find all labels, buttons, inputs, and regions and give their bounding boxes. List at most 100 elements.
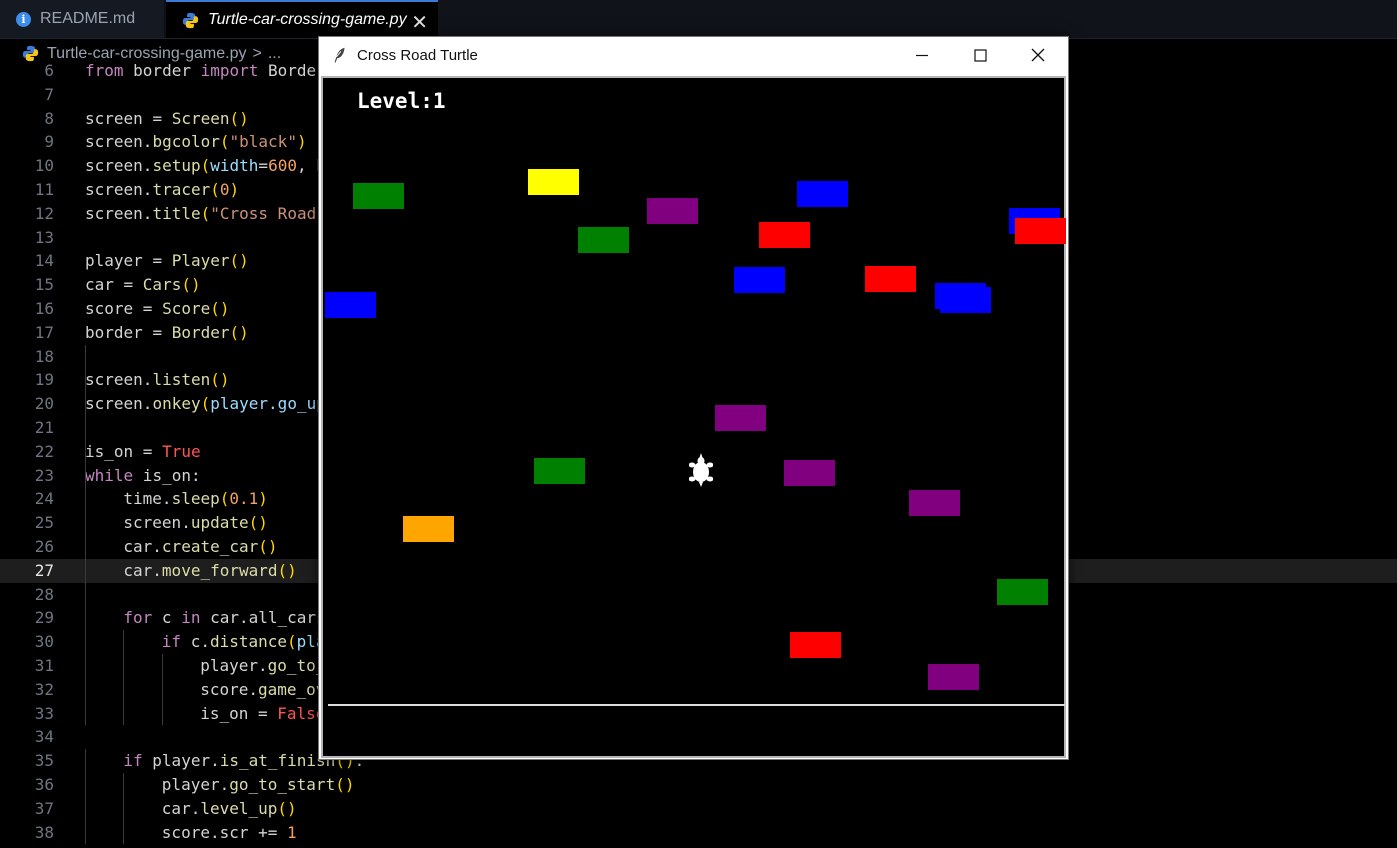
car (797, 181, 848, 207)
code-text: if c.distance(play (162, 630, 335, 654)
code-text: from border import Border (85, 59, 326, 83)
maximize-button[interactable] (957, 37, 1003, 74)
code-line[interactable]: 37 car.level_up() (0, 797, 1397, 821)
code-token: car. (123, 537, 162, 556)
code-token: = (152, 322, 172, 342)
feather-icon (334, 47, 345, 63)
code-token: () (210, 370, 230, 390)
code-token: is_on: (133, 465, 201, 485)
car (578, 227, 629, 253)
code-token: player. (161, 775, 230, 794)
code-token: go_to_ (267, 656, 326, 675)
code-token: () (248, 513, 268, 533)
line-number: 9 (44, 132, 54, 152)
car (997, 579, 1048, 605)
line-number: 12 (34, 203, 54, 223)
tab-turtle-car-crossing-game[interactable]: Turtle-car-crossing-game.py ✕ (166, 0, 438, 38)
line-number: 11 (34, 180, 54, 199)
code-line[interactable]: 36 player.go_to_start() (0, 773, 1397, 797)
code-token: Score (162, 299, 211, 318)
turtle-player-icon (689, 453, 713, 487)
tab-readme[interactable]: i README.md (0, 0, 165, 38)
code-text: is_on = False (200, 702, 325, 726)
close-button[interactable] (1015, 37, 1061, 74)
indent-guide (85, 749, 86, 845)
code-token: width (210, 156, 259, 176)
code-token: sleep (171, 489, 220, 509)
line-number: 28 (34, 584, 54, 604)
code-text: screen.tracer(0) (85, 178, 239, 202)
code-token: is_on (85, 441, 143, 461)
line-number: 16 (34, 299, 54, 318)
code-token: import (200, 61, 259, 80)
code-token: = (258, 156, 269, 176)
code-token: Screen (171, 108, 230, 128)
code-token: = (142, 441, 163, 461)
line-number: 27 (34, 560, 54, 580)
code-text: screen.onkey(player.go_up (85, 392, 326, 416)
code-text: while is_on: (85, 464, 201, 488)
code-text: car.create_car() (123, 535, 277, 559)
car (715, 405, 766, 431)
code-token: go_to_start (229, 775, 336, 794)
line-number: 14 (34, 251, 54, 271)
code-token: player. (200, 656, 268, 675)
code-text: car = Cars() (85, 273, 201, 297)
line-number: 21 (34, 418, 54, 437)
code-text: screen = Screen() (85, 107, 249, 131)
code-text: car.move_forward() (123, 559, 296, 583)
car (528, 169, 579, 195)
code-token: = (152, 251, 172, 271)
window-titlebar[interactable]: Cross Road Turtle (319, 37, 1068, 74)
code-token: is_on (200, 703, 258, 723)
code-token: player.go_up (210, 394, 326, 414)
minimize-button[interactable] (899, 37, 945, 74)
line-number: 37 (34, 798, 54, 818)
code-token: screen. (85, 203, 153, 223)
line-number: 20 (34, 394, 54, 414)
code-token: car. (123, 560, 162, 580)
code-token: Cars (142, 275, 182, 295)
code-text: screen.setup(width=600, h (85, 154, 326, 178)
line-number: 13 (34, 227, 54, 247)
line-number: 32 (34, 679, 54, 699)
line-number: 33 (34, 703, 54, 723)
code-token: = (257, 703, 278, 723)
code-token: screen (85, 108, 153, 128)
line-number: 15 (34, 275, 54, 295)
car (865, 266, 916, 292)
code-token: () (229, 322, 249, 342)
code-token: ( (200, 156, 211, 176)
code-token: () (277, 560, 297, 580)
code-token: screen. (85, 370, 153, 390)
close-tab-icon[interactable]: ✕ (411, 10, 428, 35)
car (534, 458, 585, 484)
code-token: player. (142, 751, 220, 771)
code-line[interactable]: 38 score.scr += 1 (0, 821, 1397, 845)
code-token: tracer (152, 180, 211, 199)
turtle-canvas[interactable]: Level:1 (321, 76, 1066, 758)
line-number: 29 (34, 608, 54, 628)
code-text: screen.update() (123, 511, 268, 535)
code-token: car.all_cars (200, 608, 326, 628)
editor-tab-bar: i README.md Turtle-car-crossing-game.py … (0, 0, 1397, 39)
code-text: for c in car.all_cars (123, 606, 325, 630)
code-token: += (258, 822, 288, 842)
line-number: 18 (34, 346, 54, 366)
code-token: title (152, 203, 201, 223)
code-token: True (162, 441, 201, 461)
code-token: screen. (85, 156, 153, 176)
tab-label: Turtle-car-crossing-game.py (208, 11, 407, 28)
code-token: ) (229, 180, 240, 199)
minimize-icon (916, 54, 928, 57)
code-token: screen. (123, 513, 191, 533)
code-token: listen (152, 370, 211, 390)
line-number: 10 (34, 156, 54, 176)
code-token: for (123, 608, 153, 628)
code-text: border = Border() (85, 321, 249, 345)
python-icon (182, 12, 199, 28)
code-text: is_on = True (85, 440, 201, 464)
code-token: 600 (268, 156, 297, 176)
code-text: player.go_to_ (200, 654, 325, 678)
code-token: = (142, 299, 163, 318)
